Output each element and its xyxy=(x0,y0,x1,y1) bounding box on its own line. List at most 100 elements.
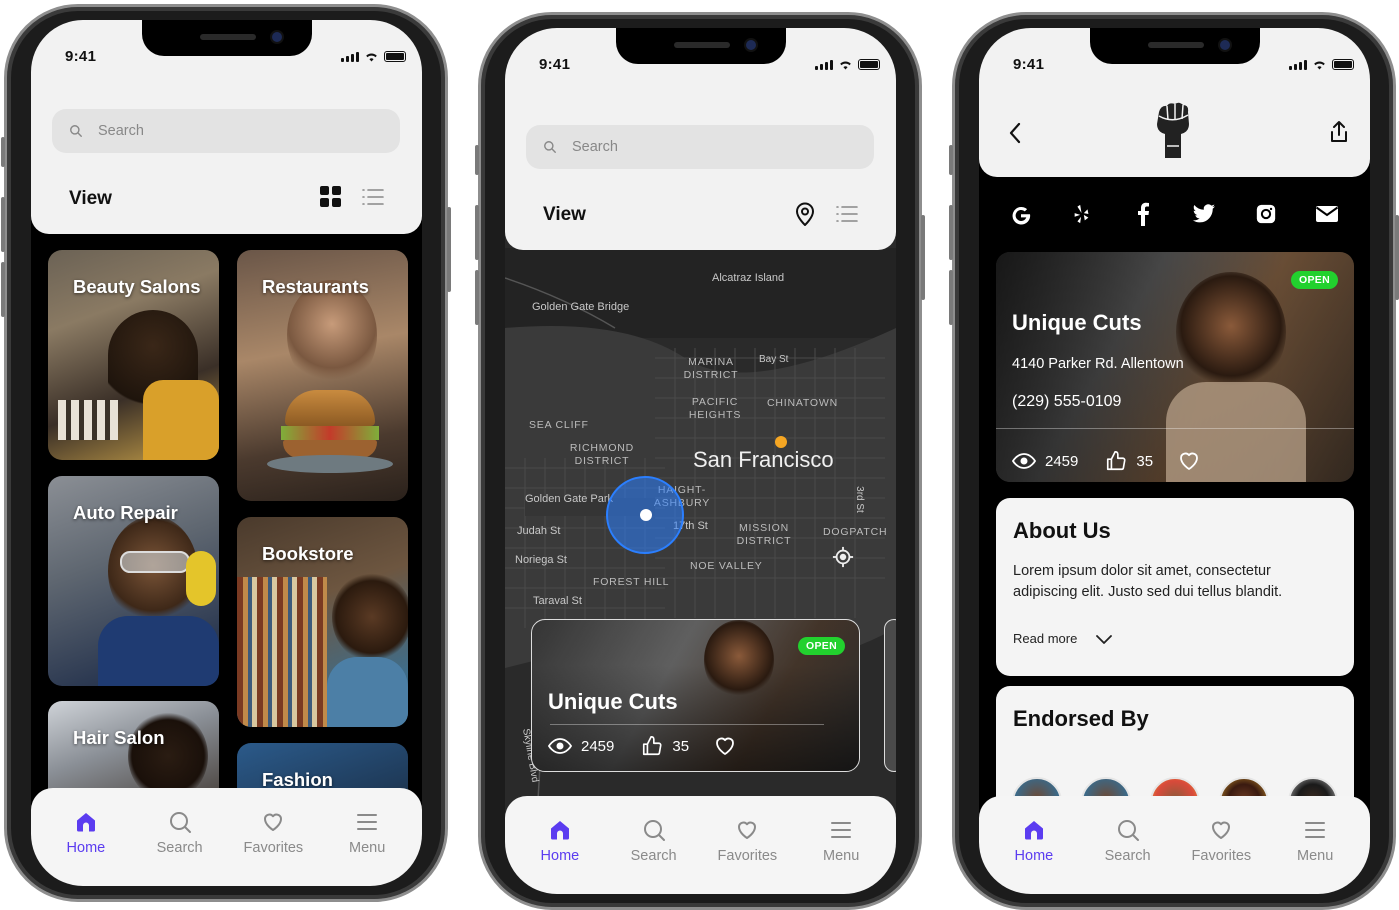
tab-favorites[interactable]: Favorites xyxy=(233,810,313,886)
business-name: Unique Cuts xyxy=(1012,310,1142,335)
map-label: RICHMOND DISTRICT xyxy=(569,442,635,467)
search-icon xyxy=(643,820,665,841)
heart-icon xyxy=(1212,821,1231,839)
category-label: Hair Salon xyxy=(73,727,165,748)
tab-favorites[interactable]: Favorites xyxy=(1181,818,1261,894)
share-icon[interactable] xyxy=(1329,120,1349,144)
map-label: Bay St xyxy=(759,354,789,365)
likes-count: 35 xyxy=(1136,452,1154,470)
notch xyxy=(1089,28,1260,64)
social-links xyxy=(1009,202,1339,226)
google-icon[interactable] xyxy=(1009,202,1033,226)
business-address: 4140 Parker Rd. Allentown xyxy=(1012,356,1184,372)
view-toggle xyxy=(794,202,858,226)
tab-label: Favorites xyxy=(717,848,778,864)
tab-home[interactable]: Home xyxy=(46,810,126,886)
tab-label: Menu xyxy=(348,840,386,856)
thumbs-up-icon[interactable] xyxy=(1105,450,1127,472)
status-icons xyxy=(815,59,880,70)
next-business-card[interactable] xyxy=(884,619,896,772)
endorsed-title: Endorsed By xyxy=(1013,706,1149,731)
tab-bar: Home Search Favorites Menu xyxy=(31,788,422,886)
map-label: MISSION DISTRICT xyxy=(736,522,792,547)
category-tile-auto-repair[interactable]: Auto Repair xyxy=(48,476,219,686)
business-stats: 2459 35 xyxy=(1012,449,1202,473)
home-icon xyxy=(1024,821,1043,840)
map-label: CHINATOWN xyxy=(767,397,838,409)
back-arrow-icon[interactable] xyxy=(1008,122,1022,144)
views-count: 2459 xyxy=(581,737,615,755)
search-bar[interactable]: Search xyxy=(526,125,874,169)
category-tile-beauty-salons[interactable]: Beauty Salons xyxy=(48,250,219,460)
tab-label: Home xyxy=(66,840,106,856)
search-icon xyxy=(1117,820,1139,841)
category-label: Bookstore xyxy=(262,543,354,564)
business-card[interactable]: OPEN Unique Cuts 2459 35 xyxy=(531,619,860,772)
list-view-icon[interactable] xyxy=(836,205,858,223)
business-phone[interactable]: (229) 555-0109 xyxy=(1012,393,1121,411)
instagram-icon[interactable] xyxy=(1255,203,1277,225)
heart-icon[interactable] xyxy=(712,734,738,758)
app-showcase: 9:41 Search View Beauty Salons Restauran… xyxy=(0,0,1399,910)
heart-icon xyxy=(264,813,283,831)
divider xyxy=(996,428,1354,429)
read-more-button[interactable]: Read more xyxy=(1013,631,1113,646)
map-label: DOGPATCH xyxy=(823,526,888,538)
grid-view-icon[interactable] xyxy=(320,186,342,208)
map-label: Alcatraz Island xyxy=(712,272,785,284)
category-tile-bookstore[interactable]: Bookstore xyxy=(237,517,408,727)
tab-home[interactable]: Home xyxy=(520,818,600,894)
tab-search[interactable]: Search xyxy=(140,810,220,886)
business-hero-card: OPEN Unique Cuts 4140 Parker Rd. Allento… xyxy=(996,252,1354,482)
map-label: Taraval St xyxy=(533,595,582,607)
view-label: View xyxy=(69,188,112,209)
category-tile-restaurants[interactable]: Restaurants xyxy=(237,250,408,501)
tab-bar: Home Search Favorites Menu xyxy=(505,796,896,894)
tab-label: Favorites xyxy=(243,840,304,856)
divider xyxy=(550,724,824,725)
map-label: SEA CLIFF xyxy=(529,419,589,431)
category-label: Auto Repair xyxy=(73,502,178,523)
tab-label: Search xyxy=(1104,848,1151,864)
battery-icon xyxy=(858,59,880,70)
phone-business-detail: 9:41 OPEN Unique Cuts 4140 Parker Rd. Al… xyxy=(949,12,1399,910)
facebook-icon[interactable] xyxy=(1132,202,1154,226)
locate-me-icon[interactable] xyxy=(832,546,854,568)
signal-icon xyxy=(1289,60,1307,70)
view-label: View xyxy=(543,204,586,225)
yelp-icon[interactable] xyxy=(1071,203,1093,225)
map-label: Judah St xyxy=(517,525,561,537)
status-time: 9:41 xyxy=(65,48,97,65)
menu-icon xyxy=(357,814,378,830)
category-label: Beauty Salons xyxy=(73,276,201,297)
tab-menu[interactable]: Menu xyxy=(1275,818,1355,894)
twitter-icon[interactable] xyxy=(1192,203,1216,225)
tab-home[interactable]: Home xyxy=(994,818,1074,894)
list-view-icon[interactable] xyxy=(362,188,384,206)
map-label: MARINA DISTRICT xyxy=(683,356,739,381)
map-label: NOE VALLEY xyxy=(690,560,763,572)
heart-icon[interactable] xyxy=(1176,449,1202,473)
tab-search[interactable]: Search xyxy=(1088,818,1168,894)
tab-menu[interactable]: Menu xyxy=(801,818,881,894)
thumbs-up-icon[interactable] xyxy=(641,735,663,757)
tab-menu[interactable]: Menu xyxy=(327,810,407,886)
search-placeholder: Search xyxy=(98,123,144,139)
status-icons xyxy=(1289,59,1354,70)
city-label: San Francisco xyxy=(693,447,834,472)
location-pin[interactable] xyxy=(775,436,787,448)
search-icon xyxy=(70,125,82,137)
menu-icon xyxy=(1305,822,1326,838)
phone-map: Alcatraz Island Golden Gate Bridge MARIN… xyxy=(475,12,925,910)
battery-icon xyxy=(384,51,406,62)
status-icons xyxy=(341,51,406,62)
signal-icon xyxy=(341,52,359,62)
tab-search[interactable]: Search xyxy=(614,818,694,894)
views-count: 2459 xyxy=(1045,452,1079,470)
tab-favorites[interactable]: Favorites xyxy=(707,818,787,894)
phone-categories: 9:41 Search View Beauty Salons Restauran… xyxy=(1,4,451,902)
eye-icon xyxy=(548,738,572,754)
map-view-icon[interactable] xyxy=(794,202,816,226)
search-bar[interactable]: Search xyxy=(52,109,400,153)
mail-icon[interactable] xyxy=(1315,204,1339,224)
